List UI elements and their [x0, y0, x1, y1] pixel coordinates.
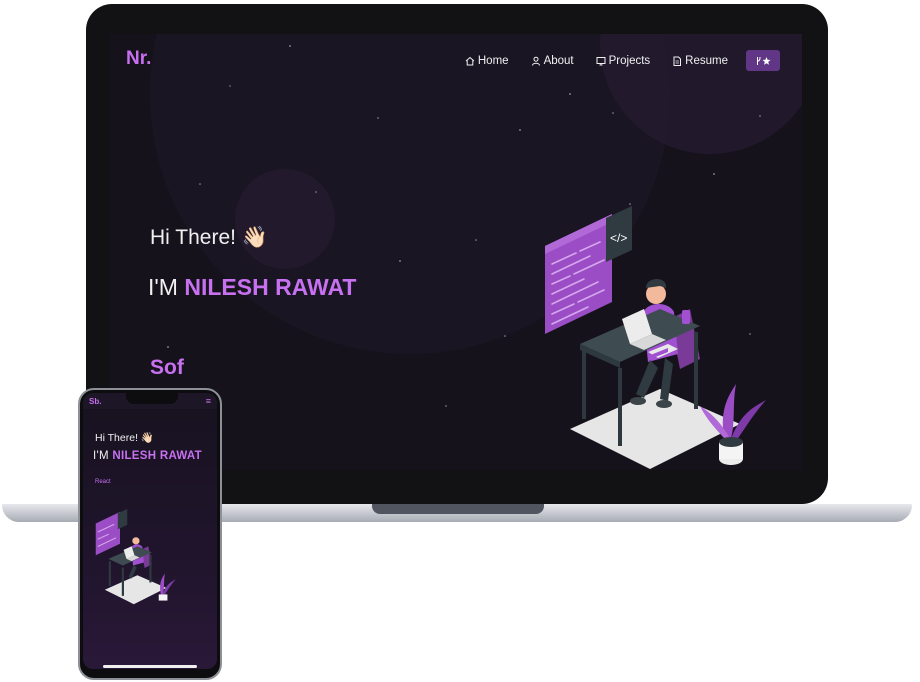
greeting-text: Hi There!	[150, 226, 236, 249]
nav-resume[interactable]: Resume	[672, 55, 728, 67]
typewriter-text: Sof	[150, 356, 184, 379]
hero-name: I'M NILESH RAWAT	[148, 274, 356, 301]
laptop-hinge	[372, 504, 544, 514]
name-prefix: I'M	[148, 274, 178, 300]
hamburger-icon[interactable]: ≡	[206, 397, 211, 406]
phone-home-indicator	[103, 665, 197, 668]
user-icon	[531, 56, 540, 66]
fork-star-icons	[757, 56, 771, 65]
phone-name: I'M NILESH RAWAT	[93, 450, 202, 462]
phone-name-highlight: NILESH RAWAT	[112, 450, 203, 462]
nav-home[interactable]: Home	[465, 55, 509, 67]
phone-screen: Sb. ≡ Hi There! 👋🏻 I'M NILESH RAWAT Reac…	[83, 393, 217, 669]
phone-notch	[126, 393, 178, 404]
phone-greeting-text: Hi There!	[95, 432, 138, 444]
nav-resume-label: Resume	[685, 54, 728, 67]
document-icon	[673, 56, 682, 66]
hero-greeting: Hi There! 👋🏻	[150, 226, 268, 250]
fork-icon	[757, 56, 761, 65]
phone-typewriter-text: React	[95, 479, 111, 485]
nav-about-label: About	[543, 54, 574, 67]
nav-projects-label: Projects	[608, 54, 651, 67]
nav-home-label: Home	[477, 54, 509, 67]
site-logo[interactable]: Nr.	[126, 48, 151, 70]
developer-illustration: </>	[545, 206, 766, 469]
phone-name-prefix: I'M	[93, 450, 109, 462]
star-icon	[762, 56, 771, 65]
svg-text:</>: </>	[610, 231, 627, 245]
projects-icon	[596, 56, 606, 65]
github-fork-star-button[interactable]	[746, 50, 780, 71]
phone-greeting: Hi There! 👋🏻	[95, 431, 154, 444]
home-icon	[465, 56, 475, 65]
nav-about[interactable]: About	[531, 55, 574, 67]
wave-emoji-icon: 👋🏻	[241, 226, 268, 249]
name-highlight: NILESH RAWAT	[184, 274, 357, 300]
phone-wave-emoji-icon: 👋🏻	[140, 432, 154, 444]
main-nav: Home About Projects Resume	[443, 50, 780, 71]
phone-logo[interactable]: Sb.	[89, 397, 101, 406]
phone-developer-illustration	[95, 508, 176, 605]
nav-projects[interactable]: Projects	[596, 54, 651, 67]
